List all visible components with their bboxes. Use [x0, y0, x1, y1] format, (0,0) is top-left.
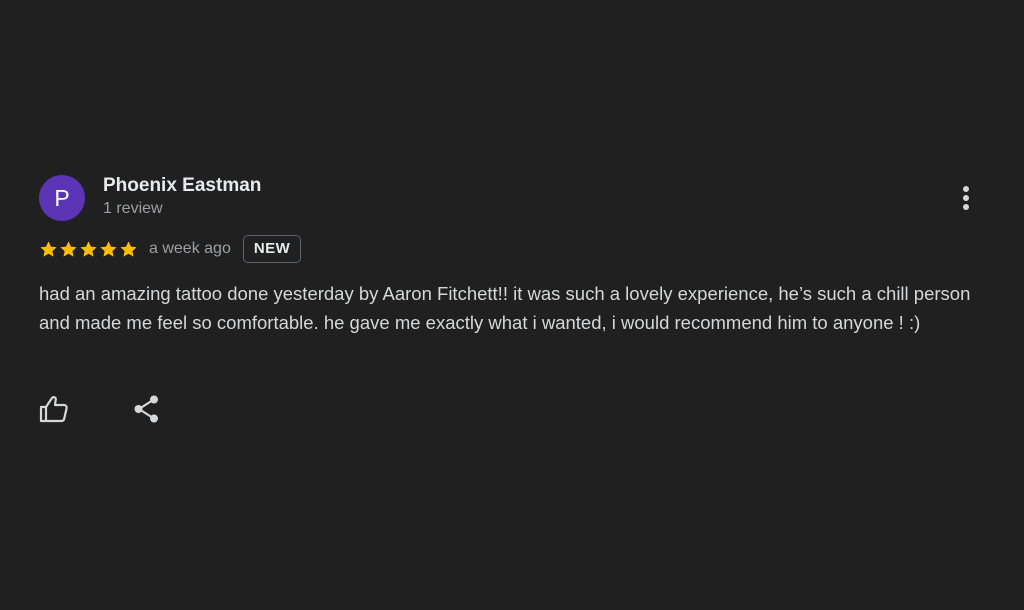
thumb-up-icon: [39, 396, 68, 423]
star-icon: [79, 240, 98, 259]
share-button[interactable]: [130, 393, 164, 425]
star-icon: [59, 240, 78, 259]
more-vert-icon: [963, 186, 969, 210]
like-button[interactable]: [36, 393, 70, 425]
review-card: P Phoenix Eastman 1 review a week ago NE…: [0, 0, 1024, 610]
share-icon: [134, 395, 158, 423]
review-count: 1 review: [103, 200, 163, 217]
star-icon: [119, 240, 138, 259]
star-icon: [39, 240, 58, 259]
star-icon: [99, 240, 118, 259]
more-options-button[interactable]: [950, 182, 982, 214]
author-name[interactable]: Phoenix Eastman: [103, 175, 261, 197]
review-date: a week ago: [149, 240, 231, 257]
review-text: had an amazing tattoo done yesterday by …: [39, 283, 971, 333]
rating-row: a week ago NEW: [39, 234, 302, 264]
new-badge: NEW: [242, 235, 302, 263]
star-rating: [39, 240, 138, 259]
avatar[interactable]: P: [39, 175, 85, 221]
